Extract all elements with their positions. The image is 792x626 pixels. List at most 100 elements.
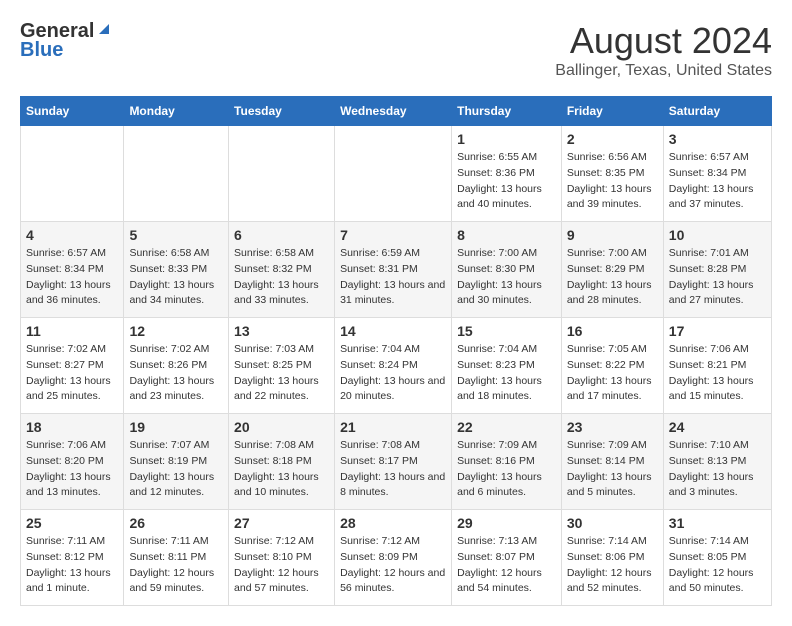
- sunrise-label: Sunrise: 7:12 AM: [234, 535, 314, 547]
- header-thursday: Thursday: [452, 97, 562, 126]
- table-row: 6 Sunrise: 6:58 AMSunset: 8:32 PMDaylight…: [229, 222, 335, 318]
- day-number: 12: [129, 323, 223, 339]
- sunrise-label: Sunrise: 6:57 AM: [26, 247, 106, 259]
- day-number: 14: [340, 323, 446, 339]
- day-number: 20: [234, 419, 329, 435]
- sunrise-label: Sunrise: 7:12 AM: [340, 535, 420, 547]
- sunset-label: Sunset: 8:32 PM: [234, 263, 312, 275]
- daylight-label: Daylight: 13 hours and 33 minutes.: [234, 279, 319, 307]
- logo-icon: [95, 20, 113, 38]
- sunrise-label: Sunrise: 7:14 AM: [567, 535, 647, 547]
- day-number: 18: [26, 419, 118, 435]
- table-row: 21Sunrise: 7:08 AMSunset: 8:17 PMDayligh…: [335, 414, 452, 510]
- daylight-label: Daylight: 13 hours and 22 minutes.: [234, 375, 319, 403]
- day-number: 23: [567, 419, 658, 435]
- sunset-label: Sunset: 8:07 PM: [457, 551, 535, 563]
- day-number: 3: [669, 131, 766, 147]
- sunset-label: Sunset: 8:31 PM: [340, 263, 418, 275]
- daylight-label: Daylight: 13 hours and 5 minutes.: [567, 471, 652, 499]
- table-row: [124, 126, 229, 222]
- table-row: 1Sunrise: 6:55 AMSunset: 8:36 PMDaylight…: [452, 126, 562, 222]
- calendar-week-row: 1Sunrise: 6:55 AMSunset: 8:36 PMDaylight…: [21, 126, 772, 222]
- daylight-label: Daylight: 13 hours and 1 minute.: [26, 567, 111, 595]
- sunset-label: Sunset: 8:25 PM: [234, 359, 312, 371]
- daylight-label: Daylight: 13 hours and 30 minutes.: [457, 279, 542, 307]
- day-number: 8: [457, 227, 556, 243]
- sunset-label: Sunset: 8:34 PM: [669, 167, 747, 179]
- sunrise-label: Sunrise: 7:02 AM: [129, 343, 209, 355]
- sunset-label: Sunset: 8:30 PM: [457, 263, 535, 275]
- calendar-subtitle: Ballinger, Texas, United States: [555, 62, 772, 80]
- day-number: 29: [457, 515, 556, 531]
- table-row: 22Sunrise: 7:09 AMSunset: 8:16 PMDayligh…: [452, 414, 562, 510]
- daylight-label: Daylight: 12 hours and 52 minutes.: [567, 567, 652, 595]
- table-row: 4Sunrise: 6:57 AMSunset: 8:34 PMDaylight…: [21, 222, 124, 318]
- day-number: 1: [457, 131, 556, 147]
- sunset-label: Sunset: 8:24 PM: [340, 359, 418, 371]
- daylight-label: Daylight: 13 hours and 6 minutes.: [457, 471, 542, 499]
- sunrise-label: Sunrise: 7:03 AM: [234, 343, 314, 355]
- sunset-label: Sunset: 8:05 PM: [669, 551, 747, 563]
- day-number: 9: [567, 227, 658, 243]
- table-row: 31Sunrise: 7:14 AMSunset: 8:05 PMDayligh…: [663, 510, 771, 606]
- sunrise-label: Sunrise: 7:04 AM: [457, 343, 537, 355]
- table-row: 17Sunrise: 7:06 AMSunset: 8:21 PMDayligh…: [663, 318, 771, 414]
- day-number: 22: [457, 419, 556, 435]
- logo-blue-text: Blue: [20, 39, 63, 62]
- day-number: 28: [340, 515, 446, 531]
- sunrise-label: Sunrise: 6:59 AM: [340, 247, 420, 259]
- daylight-label: Daylight: 13 hours and 27 minutes.: [669, 279, 754, 307]
- daylight-label: Daylight: 12 hours and 59 minutes.: [129, 567, 214, 595]
- sunrise-label: Sunrise: 7:04 AM: [340, 343, 420, 355]
- day-info: Sunrise: 7:03 AM Sunset: 8:25 PM Daylight:…: [234, 342, 329, 405]
- sunset-label: Sunset: 8:33 PM: [129, 263, 207, 275]
- table-row: 11 Sunrise: 7:02 AM Sunset: 8:27 PM Dayligh…: [21, 318, 124, 414]
- sunset-label: Sunset: 8:18 PM: [234, 455, 312, 467]
- day-info: Sunrise: 7:11 AMSunset: 8:12 PMDaylight:…: [26, 534, 118, 597]
- day-info: Sunrise: 7:06 AMSunset: 8:20 PMDaylight:…: [26, 438, 118, 501]
- sunset-label: Sunset: 8:27 PM: [26, 359, 104, 371]
- day-number: 25: [26, 515, 118, 531]
- table-row: 26Sunrise: 7:11 AMSunset: 8:11 PMDayligh…: [124, 510, 229, 606]
- daylight-label: Daylight: 13 hours and 12 minutes.: [129, 471, 214, 499]
- sunset-label: Sunset: 8:09 PM: [340, 551, 418, 563]
- day-number: 19: [129, 419, 223, 435]
- sunrise-label: Sunrise: 7:02 AM: [26, 343, 106, 355]
- header-saturday: Saturday: [663, 97, 771, 126]
- sunrise-label: Sunrise: 7:11 AM: [129, 535, 208, 547]
- day-info: Sunrise: 7:00 AMSunset: 8:29 PMDaylight:…: [567, 246, 658, 309]
- calendar-header-row: Sunday Monday Tuesday Wednesday Thursday…: [21, 97, 772, 126]
- day-info: Sunrise: 6:58 AMSunset: 8:33 PMDaylight:…: [129, 246, 223, 309]
- day-info: Sunrise: 6:58 AMSunset: 8:32 PMDaylight:…: [234, 246, 329, 309]
- day-number: 7: [340, 227, 446, 243]
- day-number: 27: [234, 515, 329, 531]
- sunrise-label: Sunrise: 6:58 AM: [129, 247, 209, 259]
- sunset-label: Sunset: 8:12 PM: [26, 551, 104, 563]
- header-sunday: Sunday: [21, 97, 124, 126]
- day-info: Sunrise: 7:14 AMSunset: 8:06 PMDaylight:…: [567, 534, 658, 597]
- header-wednesday: Wednesday: [335, 97, 452, 126]
- sunrise-label: Sunrise: 7:06 AM: [26, 439, 106, 451]
- table-row: 10Sunrise: 7:01 AMSunset: 8:28 PMDayligh…: [663, 222, 771, 318]
- day-number: 31: [669, 515, 766, 531]
- sunset-label: Sunset: 8:17 PM: [340, 455, 418, 467]
- table-row: 7Sunrise: 6:59 AMSunset: 8:31 PMDaylight…: [335, 222, 452, 318]
- day-info: Sunrise: 6:57 AMSunset: 8:34 PMDaylight:…: [669, 150, 766, 213]
- sunset-label: Sunset: 8:23 PM: [457, 359, 535, 371]
- daylight-label: Daylight: 12 hours and 54 minutes.: [457, 567, 542, 595]
- table-row: 19Sunrise: 7:07 AMSunset: 8:19 PMDayligh…: [124, 414, 229, 510]
- table-row: 25 Sunrise: 7:11 AMSunset: 8:12 PMDayligh…: [21, 510, 124, 606]
- daylight-label: Daylight: 13 hours and 37 minutes.: [669, 183, 754, 211]
- table-row: 12Sunrise: 7:02 AMSunset: 8:26 PMDayligh…: [124, 318, 229, 414]
- daylight-label: Daylight: 13 hours and 25 minutes.: [26, 375, 111, 403]
- daylight-label: Daylight: 12 hours and 50 minutes.: [669, 567, 754, 595]
- sunrise-label: Sunrise: 7:00 AM: [457, 247, 537, 259]
- daylight-label: Daylight: 13 hours and 40 minutes.: [457, 183, 542, 211]
- table-row: 16Sunrise: 7:05 AMSunset: 8:22 PMDayligh…: [561, 318, 663, 414]
- day-number: 11: [26, 323, 118, 339]
- day-info: Sunrise: 7:12 AMSunset: 8:09 PMDaylight:…: [340, 534, 446, 597]
- day-number: 6: [234, 227, 329, 243]
- sunrise-label: Sunrise: 7:13 AM: [457, 535, 537, 547]
- calendar-week-row: 4Sunrise: 6:57 AMSunset: 8:34 PMDaylight…: [21, 222, 772, 318]
- table-row: 30Sunrise: 7:14 AMSunset: 8:06 PMDayligh…: [561, 510, 663, 606]
